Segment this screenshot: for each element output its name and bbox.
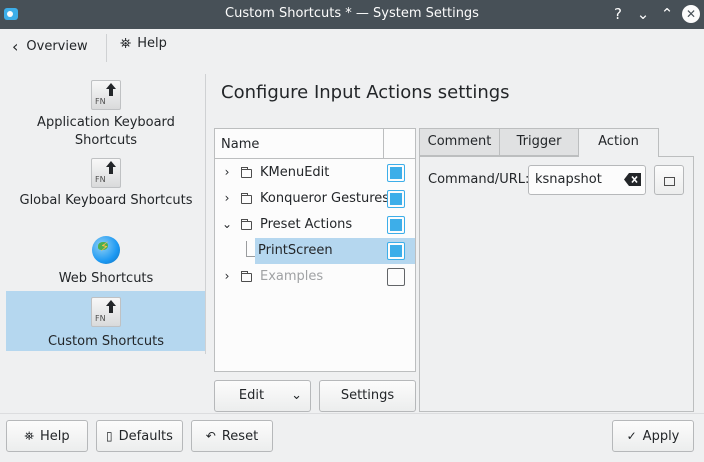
sidebar-item-application-keyboard-shortcuts[interactable]: FN Application Keyboard Shortcuts (6, 80, 206, 152)
chevron-right-icon[interactable]: › (221, 269, 233, 283)
page-title: Configure Input Actions settings (221, 82, 510, 103)
reset-button-label: Reset (221, 429, 259, 444)
enabled-checkbox[interactable] (387, 216, 405, 234)
title-bar: Custom Shortcuts * — System Settings ? ⌄… (0, 0, 704, 29)
undo-icon: ↶ (205, 429, 216, 443)
tree-row[interactable]: ⌄ Preset Actions (215, 212, 415, 238)
apply-button-label: Apply (642, 429, 680, 444)
edit-dropdown-button[interactable]: Edit ⌄ (214, 380, 311, 412)
tree-row-label: Konqueror Gestures (260, 191, 390, 206)
tab-trigger[interactable]: Trigger (499, 128, 579, 156)
apply-button[interactable]: ✓ Apply (612, 420, 694, 452)
overview-button[interactable]: ‹ Overview (12, 36, 88, 60)
command-url-label: Command/URL: (428, 172, 530, 187)
actions-tree[interactable]: Name › KMenuEdit › Konqueror Gestures ⌄ … (214, 128, 416, 372)
keyboard-key-icon: FN (91, 158, 121, 188)
tree-row-label: PrintScreen (258, 243, 333, 258)
column-header-name[interactable]: Name (221, 137, 259, 152)
help-button-label: Help (39, 429, 70, 444)
tree-row-label: KMenuEdit (260, 165, 330, 180)
document-revert-icon: ▯ (106, 429, 113, 443)
folder-icon (241, 219, 252, 230)
folder-icon (241, 271, 252, 282)
toolbar-separator (106, 34, 107, 62)
chevron-right-icon[interactable]: › (221, 191, 233, 205)
sidebar-item-label: Global Keyboard Shortcuts (19, 193, 193, 208)
tab-comment[interactable]: Comment (419, 128, 500, 156)
keyboard-key-icon: FN (91, 80, 121, 110)
keyboard-key-icon: FN (91, 297, 121, 327)
reset-button[interactable]: ↶ Reset (191, 420, 273, 452)
help-button[interactable]: ⛯ Help (6, 420, 88, 452)
enabled-checkbox[interactable] (387, 268, 405, 286)
tree-row-label: Examples (260, 269, 324, 284)
tree-row[interactable]: › Examples (215, 264, 415, 290)
folder-icon (241, 193, 252, 204)
enabled-checkbox[interactable] (387, 190, 405, 208)
chevron-down-icon: ⌄ (291, 388, 302, 403)
enabled-checkbox[interactable] (387, 164, 405, 182)
tree-header: Name (215, 129, 415, 159)
clear-text-icon[interactable] (624, 173, 641, 186)
defaults-button-label: Defaults (118, 429, 173, 444)
toolbar-help-button[interactable]: ⛯ Help (120, 36, 167, 60)
edit-button-label: Edit (238, 388, 265, 403)
minimize-icon[interactable]: ⌄ (633, 4, 653, 24)
tab-action[interactable]: Action (578, 128, 659, 157)
sidebar-divider (205, 74, 206, 354)
chevron-left-icon: ‹ (12, 37, 19, 56)
sidebar-item-label: Web Shortcuts (58, 271, 154, 286)
chevron-down-icon[interactable]: ⌄ (221, 217, 233, 231)
sidebar-item-custom-shortcuts[interactable]: FN Custom Shortcuts (6, 291, 206, 351)
lifebuoy-icon: ⛯ (120, 36, 132, 52)
maximize-icon[interactable]: ⌃ (657, 4, 677, 24)
window-title: Custom Shortcuts * — System Settings (225, 6, 479, 21)
defaults-button[interactable]: ▯ Defaults (96, 420, 183, 452)
settings-button[interactable]: Settings (319, 380, 416, 412)
checkmark-icon: ✓ (626, 429, 637, 443)
browse-button[interactable] (654, 165, 684, 195)
sidebar-item-global-keyboard-shortcuts[interactable]: FN Global Keyboard Shortcuts (6, 158, 206, 230)
toolbar-help-label: Help (137, 36, 167, 51)
sidebar-item-web-shortcuts[interactable]: Web Shortcuts (6, 236, 206, 290)
lifebuoy-icon: ⛯ (24, 429, 34, 443)
folder-open-icon (664, 177, 675, 186)
tree-row[interactable]: › Konqueror Gestures (215, 186, 415, 212)
help-icon[interactable]: ? (608, 4, 628, 24)
sidebar-item-label: Application Keyboard Shortcuts (37, 115, 175, 148)
chevron-right-icon[interactable]: › (221, 165, 233, 179)
folder-icon (241, 167, 252, 178)
column-separator (383, 129, 384, 158)
enabled-checkbox[interactable] (387, 242, 405, 260)
sidebar-item-label: Custom Shortcuts (47, 334, 165, 349)
globe-icon (92, 236, 120, 264)
tree-row-label: Preset Actions (260, 217, 353, 232)
tree-row-selected[interactable]: PrintScreen (215, 238, 415, 264)
footer-separator (0, 413, 704, 414)
sidebar: FN Application Keyboard Shortcuts FN Glo… (6, 74, 206, 354)
overview-label: Overview (26, 39, 88, 54)
close-icon[interactable]: ✕ (682, 5, 700, 23)
tree-row[interactable]: › KMenuEdit (215, 160, 415, 186)
command-url-value: ksnapshot (535, 172, 602, 187)
